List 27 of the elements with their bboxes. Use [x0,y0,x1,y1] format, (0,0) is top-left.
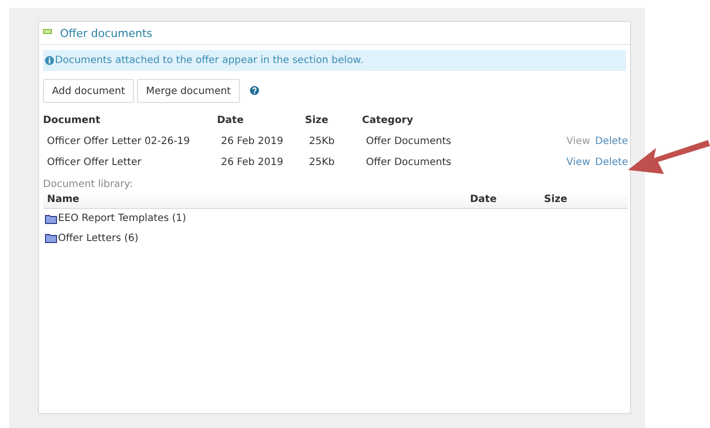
folder-icon [45,214,57,224]
column-header: Size [305,114,330,128]
panel-title: Offer documents [60,26,152,40]
help-icon[interactable] [250,86,259,94]
folder-item[interactable]: Offer Letters (6) [45,232,138,244]
table-cell: 25Kb [309,136,335,147]
table-cell: Offer Documents [366,157,452,168]
table-cell: 25Kb [309,157,335,168]
column-header: Document [43,114,102,128]
column-header: Category [362,114,414,128]
info-icon [45,56,54,65]
table-cell: Officer Offer Letter 02-26-19 [47,136,190,147]
document-button[interactable]: Merge document [137,79,240,103]
delete-link[interactable]: Delete [595,157,628,168]
delete-link[interactable]: Delete [595,136,628,147]
table-cell: 26 Feb 2019 [221,157,284,168]
document-button[interactable]: Add document [43,79,134,103]
table-cell: Officer Offer Letter [47,157,142,168]
folder-item[interactable]: EEO Report Templates (1) [45,213,186,224]
folder-icon [45,233,57,243]
info-text: Documents attached to the offer appear in the section below. [55,55,364,66]
table-cell: Offer Documents [366,136,452,147]
table-cell: 26 Feb 2019 [221,136,284,147]
view-link[interactable]: View [566,157,590,168]
library-label: Document library: [43,179,134,190]
column-header: Size [540,191,628,208]
column-header: Date [217,114,245,128]
